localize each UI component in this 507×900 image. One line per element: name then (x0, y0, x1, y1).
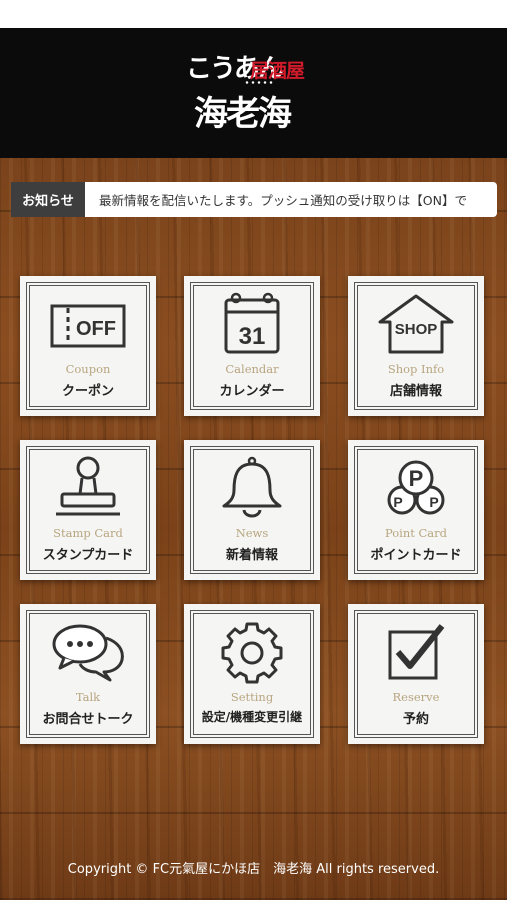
svg-text:31: 31 (239, 323, 266, 350)
reserve-button[interactable]: Reserve 予約 (348, 604, 484, 744)
copyright-footer: Copyright © FC元氣屋にかほ店 海老海 All rights res… (67, 862, 440, 877)
tile-jp-label: ポイントカード (370, 548, 462, 563)
tile-en-label: Setting (230, 690, 274, 704)
brand-logo: こうあん 居酒屋 海老海 (180, 48, 330, 143)
tile-jp-label: カレンダー (219, 384, 285, 399)
coupon-off-icon: OFF (50, 304, 126, 348)
app-header: こうあん 居酒屋 海老海 (0, 28, 507, 158)
tile-en-label: Talk (75, 690, 101, 704)
svg-text:P: P (393, 494, 402, 510)
talk-button[interactable]: Talk お問合せトーク (20, 604, 156, 744)
tile-jp-label: クーポン (61, 384, 114, 399)
point-card-button[interactable]: P P P Point Card ポイントカード (348, 440, 484, 580)
coupon-button[interactable]: OFF Coupon クーポン (20, 276, 156, 416)
shop-info-button[interactable]: SHOP Shop Info 店舗情報 (348, 276, 484, 416)
tile-en-label: Shop Info (387, 362, 445, 376)
gear-icon (221, 622, 283, 684)
stamp-icon (56, 456, 120, 516)
tile-jp-label: スタンプカード (42, 548, 134, 563)
tile-en-label: Point Card (384, 526, 448, 540)
tile-jp-label: お問合せトーク (42, 712, 134, 727)
news-button[interactable]: News 新着情報 (184, 440, 320, 580)
logo-line1-red: 居酒屋 (250, 60, 305, 82)
chat-bubbles-icon (52, 624, 124, 682)
svg-text:OFF: OFF (76, 318, 116, 340)
tile-jp-label: 予約 (402, 712, 429, 727)
tile-jp-label: 設定/機種変更引継 (201, 710, 303, 724)
tile-en-label: Calendar (225, 362, 279, 376)
point-coins-icon: P P P (387, 460, 445, 515)
calendar-icon: 31 (224, 292, 280, 354)
bell-icon (222, 456, 282, 518)
tile-en-label: News (235, 526, 269, 540)
news-ticker[interactable]: お知らせ 最新情報を配信いたします。プッシュ通知の受け取りは【ON】で (11, 182, 497, 217)
tile-en-label: Stamp Card (53, 526, 123, 540)
tile-en-label: Reserve (392, 690, 440, 704)
news-label: お知らせ (11, 182, 85, 217)
checkbox-icon (388, 624, 445, 680)
shop-icon: SHOP (378, 294, 454, 354)
calendar-button[interactable]: 31 Calendar カレンダー (184, 276, 320, 416)
tile-en-label: Coupon (65, 362, 111, 376)
logo-ruby-dots (244, 81, 274, 84)
tile-jp-label: 新着情報 (225, 548, 278, 563)
status-bar (0, 0, 507, 28)
svg-text:SHOP: SHOP (395, 321, 438, 338)
svg-text:P: P (429, 494, 438, 510)
news-text[interactable]: 最新情報を配信いたします。プッシュ通知の受け取りは【ON】で (85, 182, 497, 217)
setting-button[interactable]: Setting 設定/機種変更引継 (184, 604, 320, 744)
stamp-card-button[interactable]: Stamp Card スタンプカード (20, 440, 156, 580)
svg-text:P: P (409, 466, 424, 491)
logo-line2: 海老海 (194, 94, 292, 134)
tile-jp-label: 店舗情報 (389, 384, 442, 399)
